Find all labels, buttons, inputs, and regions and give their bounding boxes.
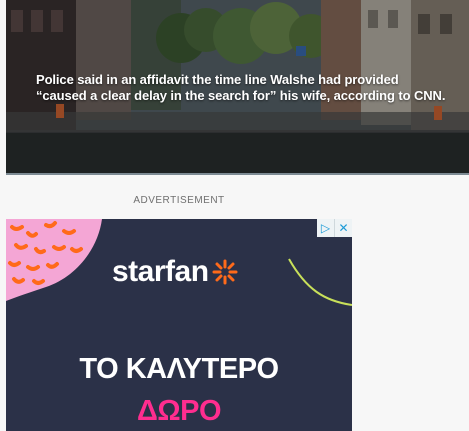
starfan-logo: starfan bbox=[112, 255, 238, 289]
video-caption: Police said in an affidavit the time lin… bbox=[36, 72, 456, 104]
advertisement-banner[interactable]: ▷ ✕ starfan ΤΟ ΚΑΛΥΤΕΡΟ ΔΩΡΟ bbox=[6, 219, 352, 431]
close-ad-icon[interactable]: ✕ bbox=[334, 219, 352, 237]
ad-headline-primary: ΤΟ ΚΑΛΥΤΕΡΟ bbox=[79, 353, 279, 385]
news-video-player[interactable]: Police said in an affidavit the time lin… bbox=[6, 0, 469, 175]
caption-line-2: “caused a clear delay in the search for”… bbox=[36, 88, 446, 103]
article-page: Police said in an affidavit the time lin… bbox=[0, 0, 469, 431]
brand-name: starfan bbox=[112, 255, 209, 288]
video-control-bar bbox=[6, 133, 469, 175]
starfan-star-icon bbox=[212, 259, 238, 285]
ad-headline-secondary: ΔΩΡΟ bbox=[137, 395, 222, 427]
ad-choices-icon[interactable]: ▷ bbox=[317, 219, 334, 237]
advertisement-label: ADVERTISEMENT bbox=[133, 195, 225, 206]
video-progress-track[interactable] bbox=[6, 173, 469, 175]
caption-line-1: Police said in an affidavit the time lin… bbox=[36, 72, 399, 87]
ad-choices-bar: ▷ ✕ bbox=[317, 219, 352, 237]
